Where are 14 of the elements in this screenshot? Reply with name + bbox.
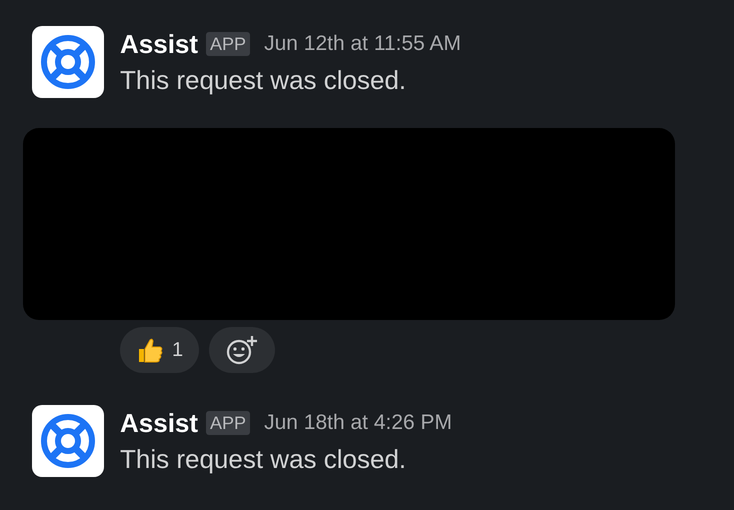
sender-name[interactable]: Assist [120, 407, 198, 439]
app-badge: APP [206, 32, 250, 56]
add-reaction-button[interactable] [209, 327, 276, 373]
reaction-pill[interactable]: 1 [120, 327, 200, 373]
app-badge: APP [206, 411, 250, 435]
thumbs-up-icon [136, 336, 164, 364]
message-text: This request was closed. [120, 64, 408, 97]
sender-name[interactable]: Assist [120, 28, 198, 60]
lifebuoy-icon [40, 413, 96, 469]
timestamp[interactable]: Jun 18th at 4:26 PM [264, 407, 452, 439]
timestamp[interactable]: Jun 12th at 11:55 AM [264, 28, 461, 60]
lifebuoy-icon [40, 34, 96, 90]
add-emoji-icon [225, 334, 260, 366]
message-text: This request was closed. [120, 443, 408, 476]
